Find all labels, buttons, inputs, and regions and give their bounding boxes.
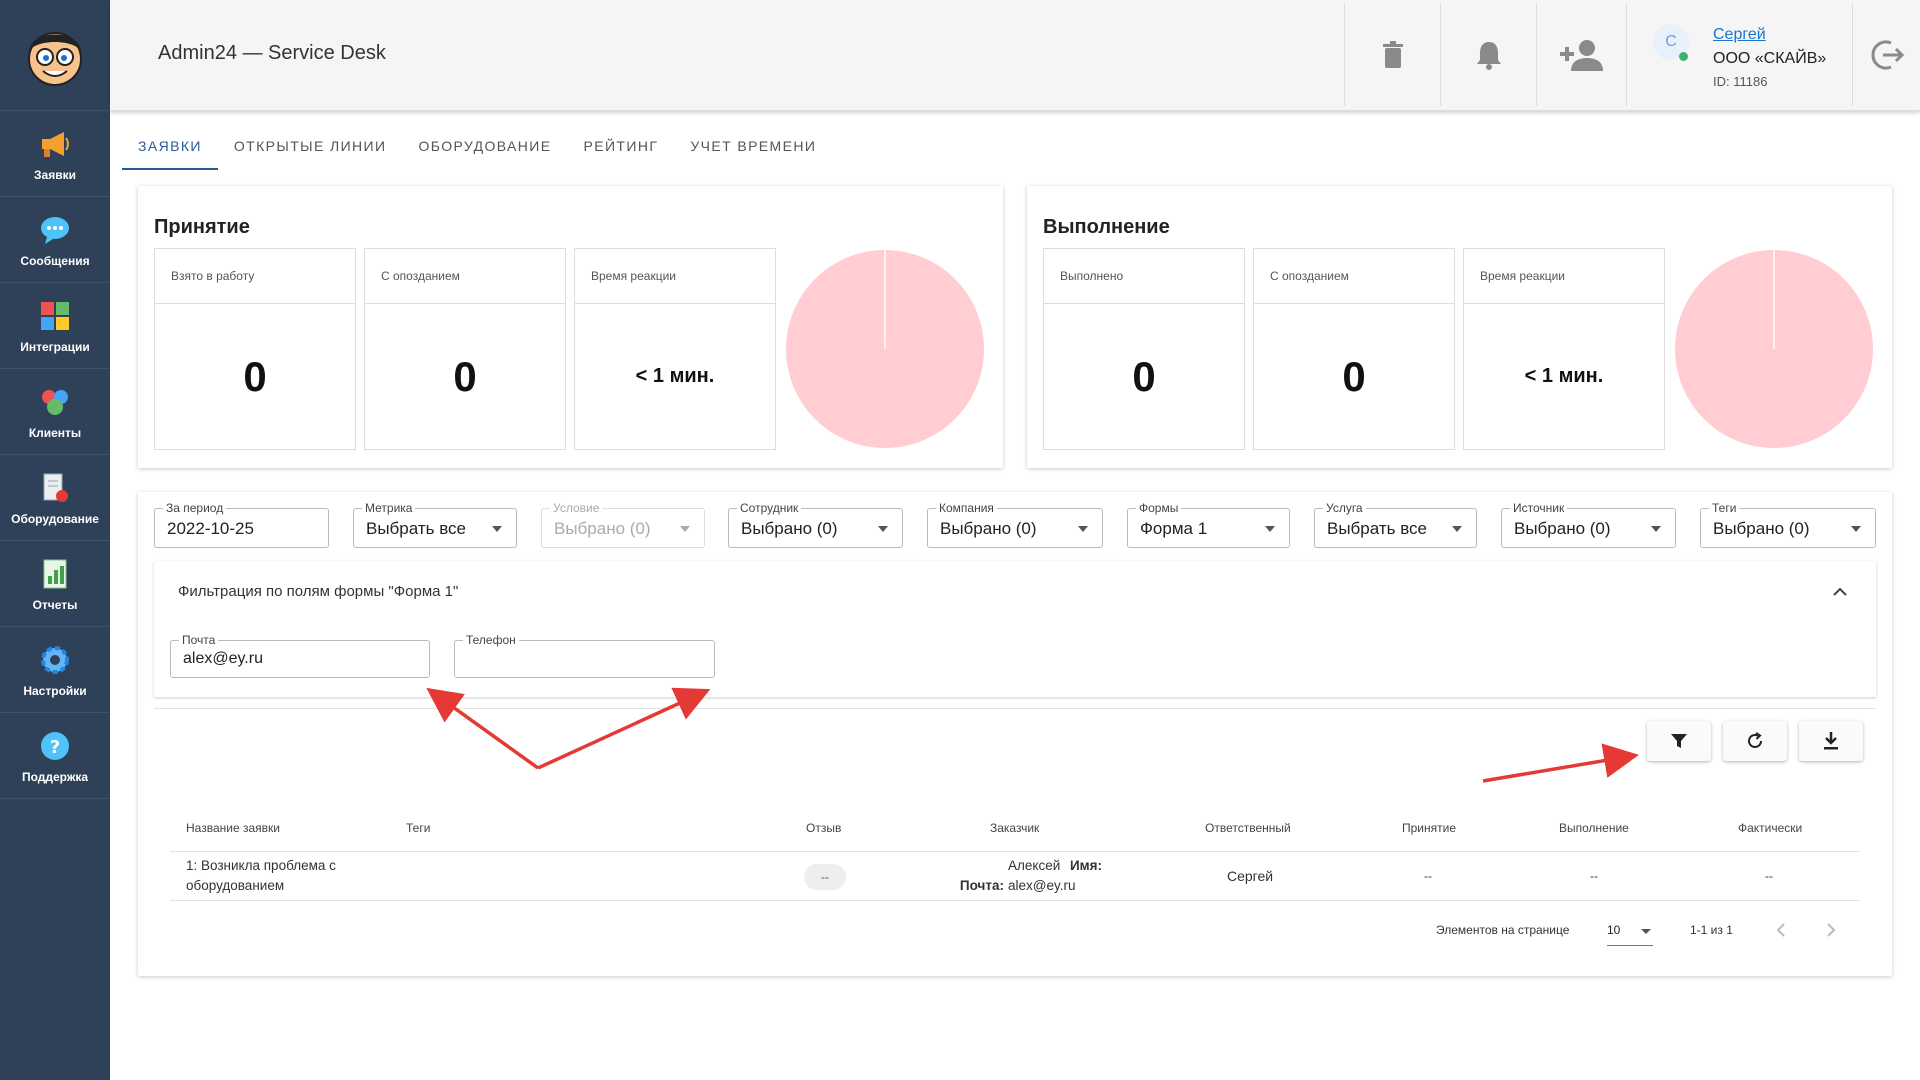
column-header-tags: Теги [406,821,431,835]
column-header-name: Название заявки [186,821,280,835]
annotation-arrow-phone [537,687,711,770]
completion-value: -- [1590,869,1598,883]
next-page-icon[interactable] [1826,922,1836,938]
customer-name-label-text: Имя: [1069,858,1102,873]
caret-down-icon [1641,929,1651,934]
per-page-select[interactable]: 10 [1607,916,1653,946]
request-name-line: 1: Возникла проблема с [186,858,336,873]
column-header-completion: Выполнение [1559,821,1629,835]
acceptance-value: -- [1424,869,1432,883]
review-chip[interactable]: -- [804,864,846,890]
per-page-value: 10 [1607,923,1621,937]
column-header-actual: Фактически [1738,821,1803,835]
customer-email-label-text: Почта: [959,878,1004,893]
page-range: 1-1 из 1 [1690,923,1733,937]
column-header-responsible: Ответственный [1205,821,1291,835]
customer-name: Алексей [1008,858,1061,873]
column-header-review: Отзыв [806,821,842,835]
prev-page-icon[interactable] [1776,922,1786,938]
actual-value: -- [1765,869,1773,883]
customer-email: alex@ey.ru [1008,878,1076,893]
customer-email-label: Почта: [940,876,1004,896]
column-header-customer: Заказчик [990,821,1040,835]
row-divider [170,900,1860,901]
column-header-acceptance: Принятие [1402,821,1456,835]
annotation-arrow-email [426,687,540,770]
annotation-arrow-filter [1482,743,1639,783]
responsible: Сергей [1227,868,1274,884]
header-divider [170,851,1860,852]
per-page-label: Элементов на странице [1436,923,1570,937]
request-name-line: оборудованием [186,878,285,893]
